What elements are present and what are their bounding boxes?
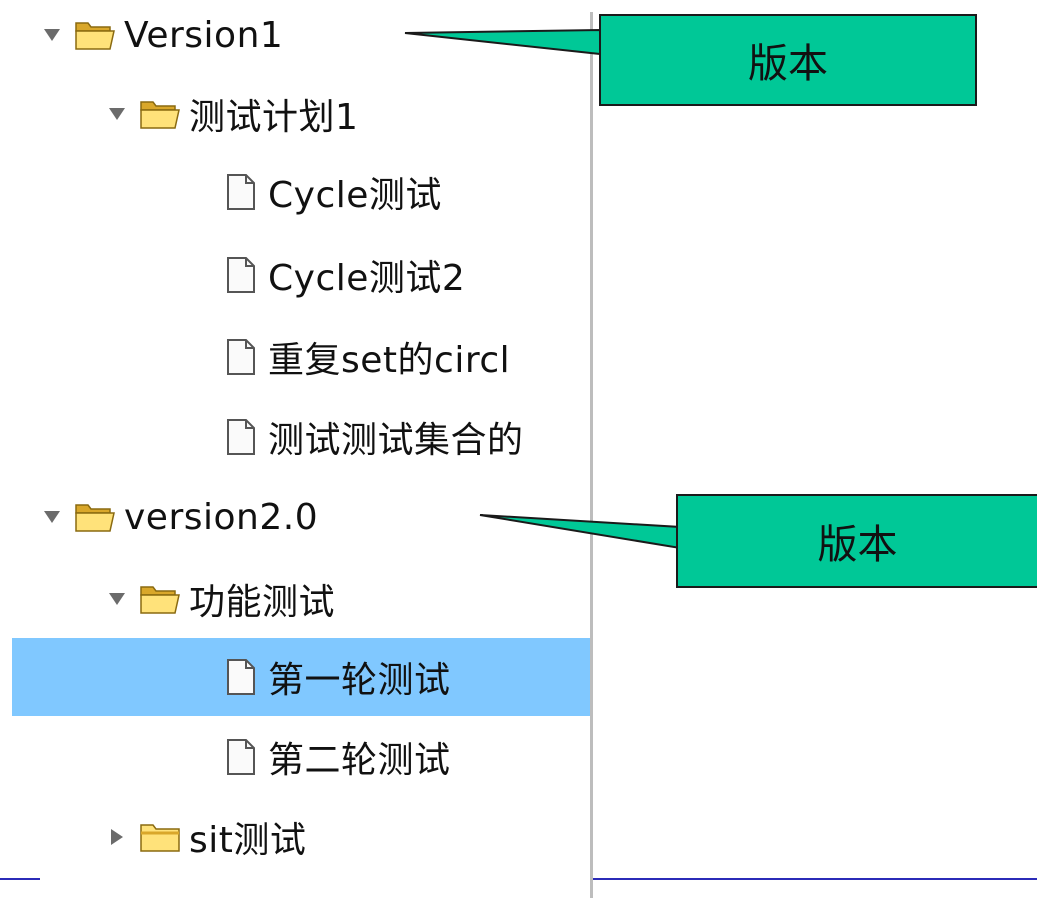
callout-text: 版本 <box>817 522 898 568</box>
callout-pointer-1 <box>404 28 601 56</box>
callout-pointers <box>404 28 681 550</box>
callout-version-1: 版本 <box>599 14 977 106</box>
callout-version-2: 版本 <box>676 494 1037 588</box>
callout-pointer-2 <box>479 514 681 550</box>
callout-text: 版本 <box>748 41 828 87</box>
